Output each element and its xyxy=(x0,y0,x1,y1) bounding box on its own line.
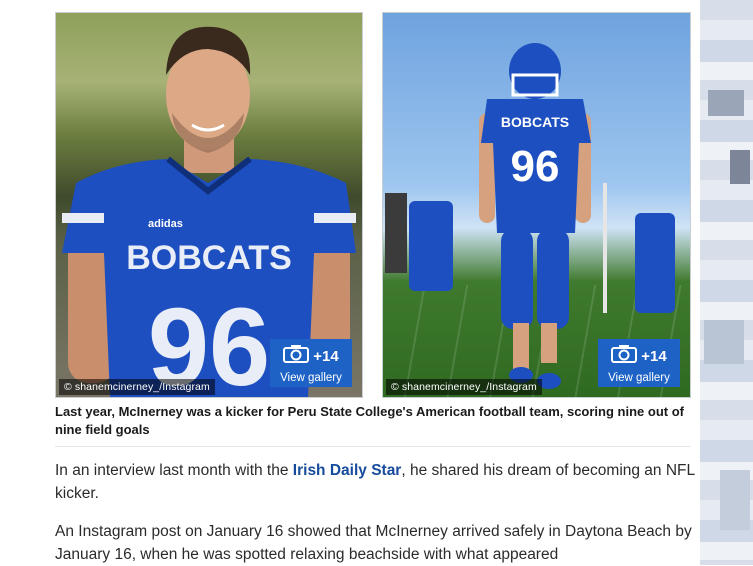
paragraph-text: In an interview last month with the xyxy=(55,462,293,479)
gallery-count: +14 xyxy=(313,348,339,365)
jersey-number-text: 96 xyxy=(511,142,560,191)
camera-icon xyxy=(283,345,310,368)
view-gallery-button[interactable]: +14 View gallery xyxy=(270,339,352,387)
article-photo-right[interactable]: BOBCATS 96 © shanemcinerney_/Instagram +… xyxy=(382,12,691,398)
jersey-team-text: BOBCATS xyxy=(501,114,569,130)
image-caption: Last year, McInerney was a kicker for Pe… xyxy=(55,404,684,437)
irish-daily-star-link[interactable]: Irish Daily Star xyxy=(293,462,402,479)
article-paragraph: In an interview last month with the Iris… xyxy=(55,459,695,505)
adidas-logo: adidas xyxy=(148,218,183,230)
caption-divider xyxy=(55,446,690,447)
gallery-count: +14 xyxy=(641,348,667,365)
jersey-team-text: BOBCATS xyxy=(126,239,292,277)
article-photo-left[interactable]: adidas BOBCATS 96 © shanemcinerney_/Inst… xyxy=(55,12,363,398)
gallery-label: View gallery xyxy=(280,372,342,384)
photo-credit: © shanemcinerney_/Instagram xyxy=(386,379,542,395)
gallery-label: View gallery xyxy=(608,372,670,384)
photo-credit: © shanemcinerney_/Instagram xyxy=(59,379,215,395)
blurred-sidebar-ad xyxy=(700,0,753,565)
camera-icon xyxy=(611,345,638,368)
view-gallery-button[interactable]: +14 View gallery xyxy=(598,339,680,387)
article-paragraph: An Instagram post on January 16 showed t… xyxy=(55,523,692,563)
